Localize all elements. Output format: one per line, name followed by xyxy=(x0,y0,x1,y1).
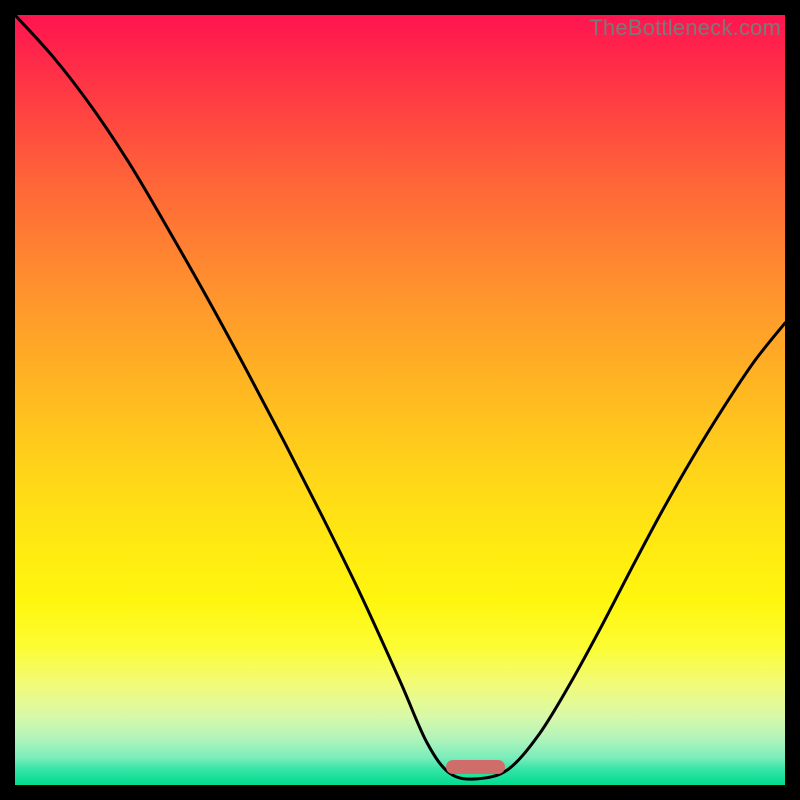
optimal-marker xyxy=(446,760,505,774)
bottleneck-curve xyxy=(15,15,785,779)
curve-svg xyxy=(15,15,785,785)
plot-area: TheBottleneck.com xyxy=(15,15,785,785)
chart-container: TheBottleneck.com xyxy=(0,0,800,800)
